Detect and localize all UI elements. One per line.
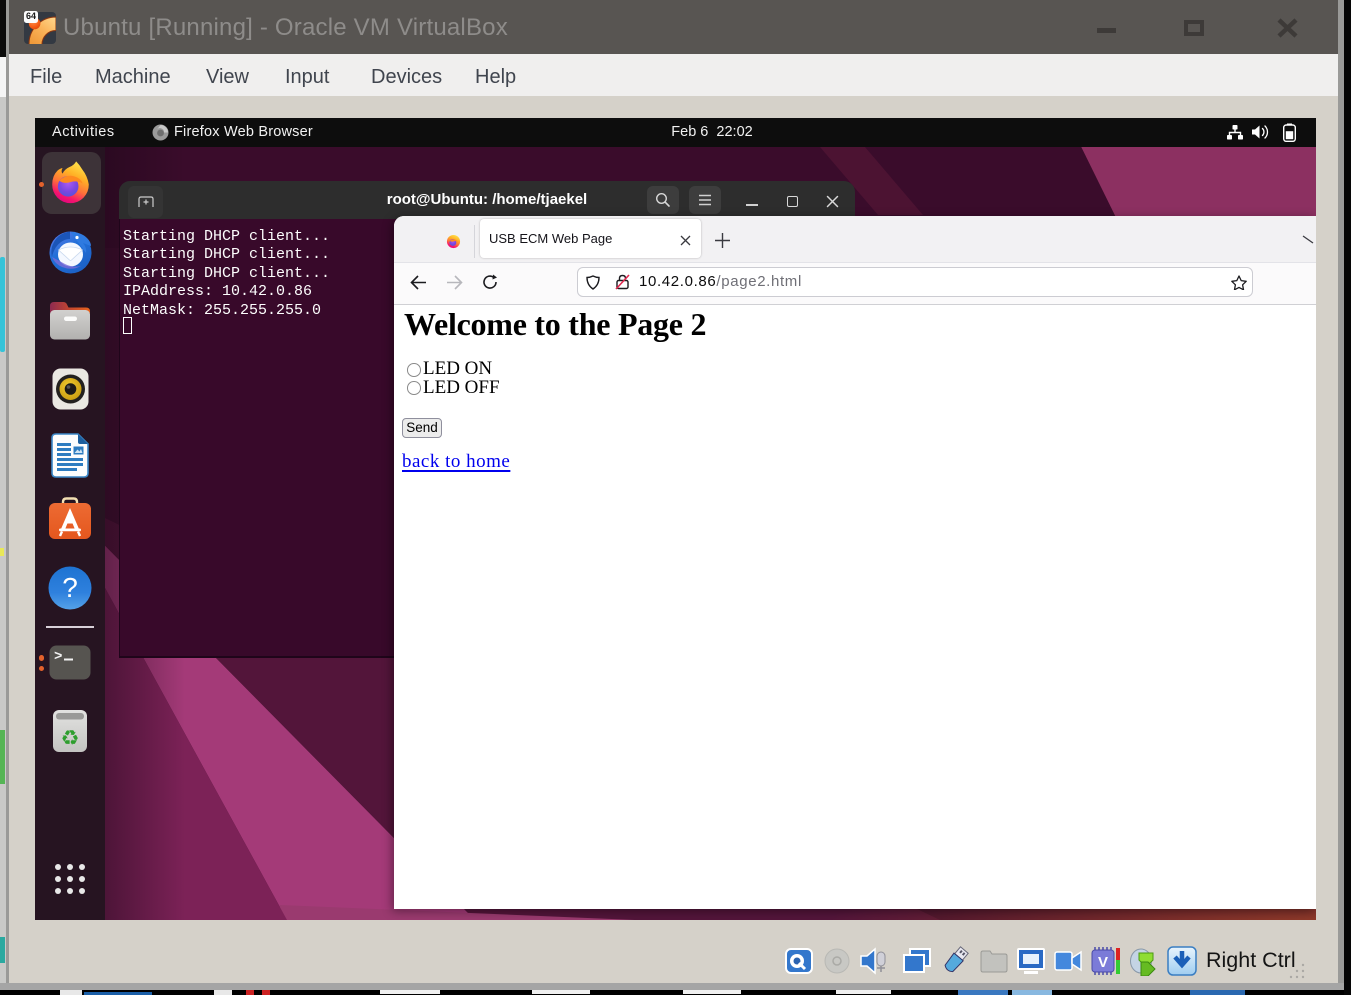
svg-text:?: ? — [62, 572, 78, 603]
svg-text:V: V — [1098, 954, 1108, 971]
svg-text:♻: ♻ — [61, 727, 80, 750]
svg-text:>: > — [54, 649, 62, 665]
